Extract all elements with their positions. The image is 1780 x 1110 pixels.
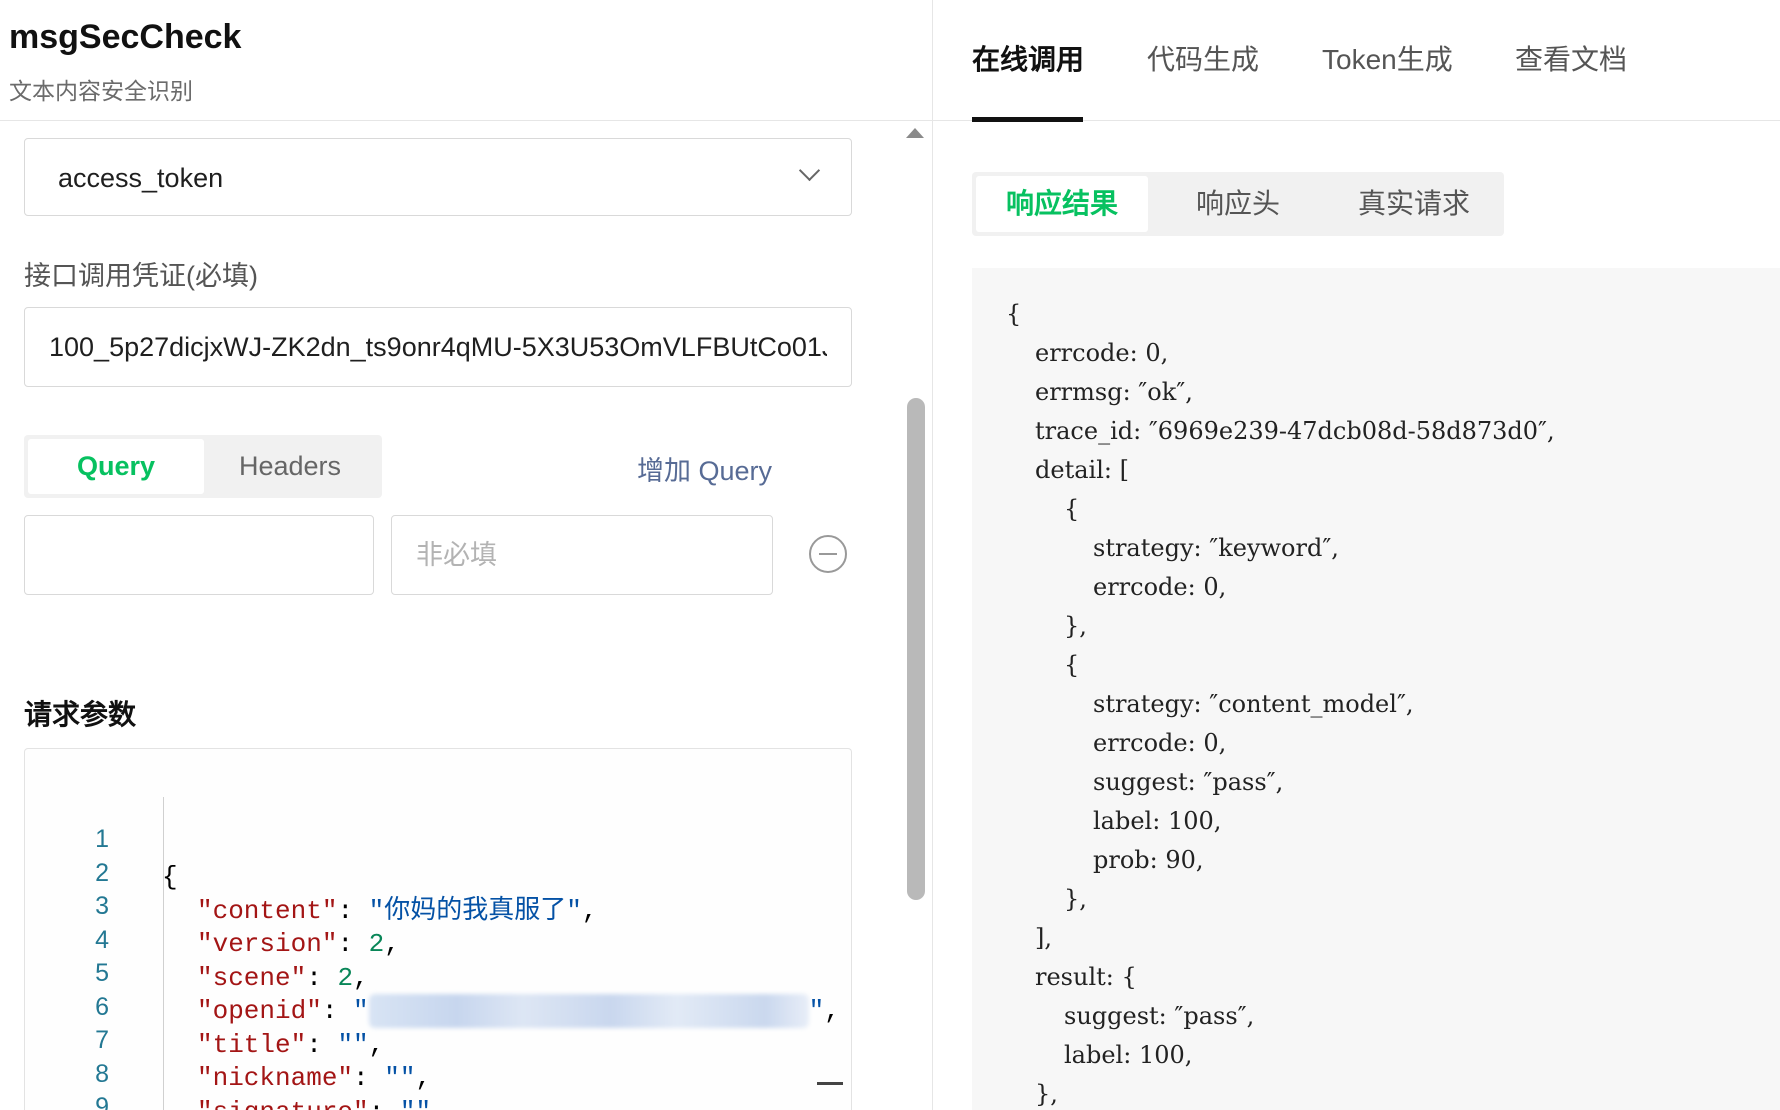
code-line: 5 "openid": " ",	[25, 916, 851, 1029]
credential-type-value: access_token	[58, 163, 224, 193]
response-line: },	[1035, 1080, 1058, 1108]
response-line: result: {	[1035, 963, 1137, 991]
api-header: msgSecCheck 文本内容安全识别	[0, 0, 932, 121]
query-value-input[interactable]	[391, 515, 773, 595]
code-line: 3 "version": 2,	[95, 892, 400, 959]
response-line: strategy: ″content_model″,	[1093, 690, 1414, 718]
request-params-title: 请求参数	[24, 699, 137, 730]
editor-scroll-indicator[interactable]	[817, 1082, 843, 1085]
response-tabs: 响应结果 响应头 真实请求	[972, 172, 1504, 236]
request-body-editor[interactable]: 1 { 2 "content": "你妈的我真服了", 3 "version":…	[24, 748, 852, 1110]
response-line: errcode: 0,	[1093, 729, 1227, 757]
scrollbar-thumb[interactable]	[907, 398, 925, 900]
response-line: trace_id: ″6969e239-47dcb08d-58d873d0″,	[1035, 417, 1555, 445]
response-line: ],	[1035, 924, 1052, 952]
response-line: },	[1064, 885, 1087, 913]
response-line: {	[1006, 300, 1022, 328]
tab-query[interactable]: Query	[28, 439, 204, 494]
tab-online-call[interactable]: 在线调用	[972, 38, 1084, 78]
response-line: strategy: ″keyword″,	[1093, 534, 1339, 562]
remove-query-icon[interactable]	[809, 535, 847, 573]
code-line: 9 }	[95, 1093, 109, 1110]
response-line: errcode: 0,	[1093, 573, 1227, 601]
access-token-input[interactable]	[24, 307, 852, 387]
query-key-input[interactable]	[24, 515, 374, 595]
credential-label: 接口调用凭证(必填)	[24, 261, 258, 291]
response-line: prob: 90,	[1093, 846, 1204, 874]
response-line: detail: [	[1035, 456, 1129, 484]
tab-code-gen[interactable]: 代码生成	[1147, 38, 1259, 78]
add-query-button[interactable]: 增加 Query	[637, 449, 772, 488]
credential-type-select[interactable]: access_token	[24, 138, 852, 216]
code-line: 1 {	[95, 825, 178, 892]
response-line: },	[1064, 612, 1087, 640]
api-name: msgSecCheck	[9, 18, 242, 56]
tab-token-gen[interactable]: Token生成	[1322, 38, 1453, 78]
tab-response-headers[interactable]: 响应头	[1152, 176, 1324, 232]
code-line: 7 "nickname": "",	[95, 1026, 432, 1093]
tab-headers[interactable]: Headers	[202, 439, 378, 494]
api-description: 文本内容安全识别	[9, 78, 193, 104]
tab-view-docs[interactable]: 查看文档	[1515, 38, 1627, 78]
param-type-tabs: Query Headers	[24, 435, 382, 498]
response-line: {	[1064, 495, 1080, 523]
response-body: { errcode: 0, errmsg: ″ok″, trace_id: ″6969…	[972, 268, 1780, 1110]
response-line: label: 100,	[1064, 1041, 1193, 1069]
response-line: errmsg: ″ok″,	[1035, 378, 1193, 406]
tab-real-request[interactable]: 真实请求	[1328, 176, 1500, 232]
response-line: suggest: ″pass″,	[1064, 1002, 1255, 1030]
tab-response-result[interactable]: 响应结果	[976, 176, 1148, 232]
request-panel: msgSecCheck 文本内容安全识别 access_token 接口调用凭证…	[0, 0, 933, 1110]
chevron-down-icon	[798, 159, 821, 182]
active-tab-indicator	[972, 117, 1083, 122]
response-line: label: 100,	[1093, 807, 1222, 835]
response-line: {	[1064, 651, 1080, 679]
response-line: errcode: 0,	[1035, 339, 1169, 367]
response-line: suggest: ″pass″,	[1093, 768, 1284, 796]
scroll-up-arrow-icon[interactable]	[906, 128, 924, 138]
